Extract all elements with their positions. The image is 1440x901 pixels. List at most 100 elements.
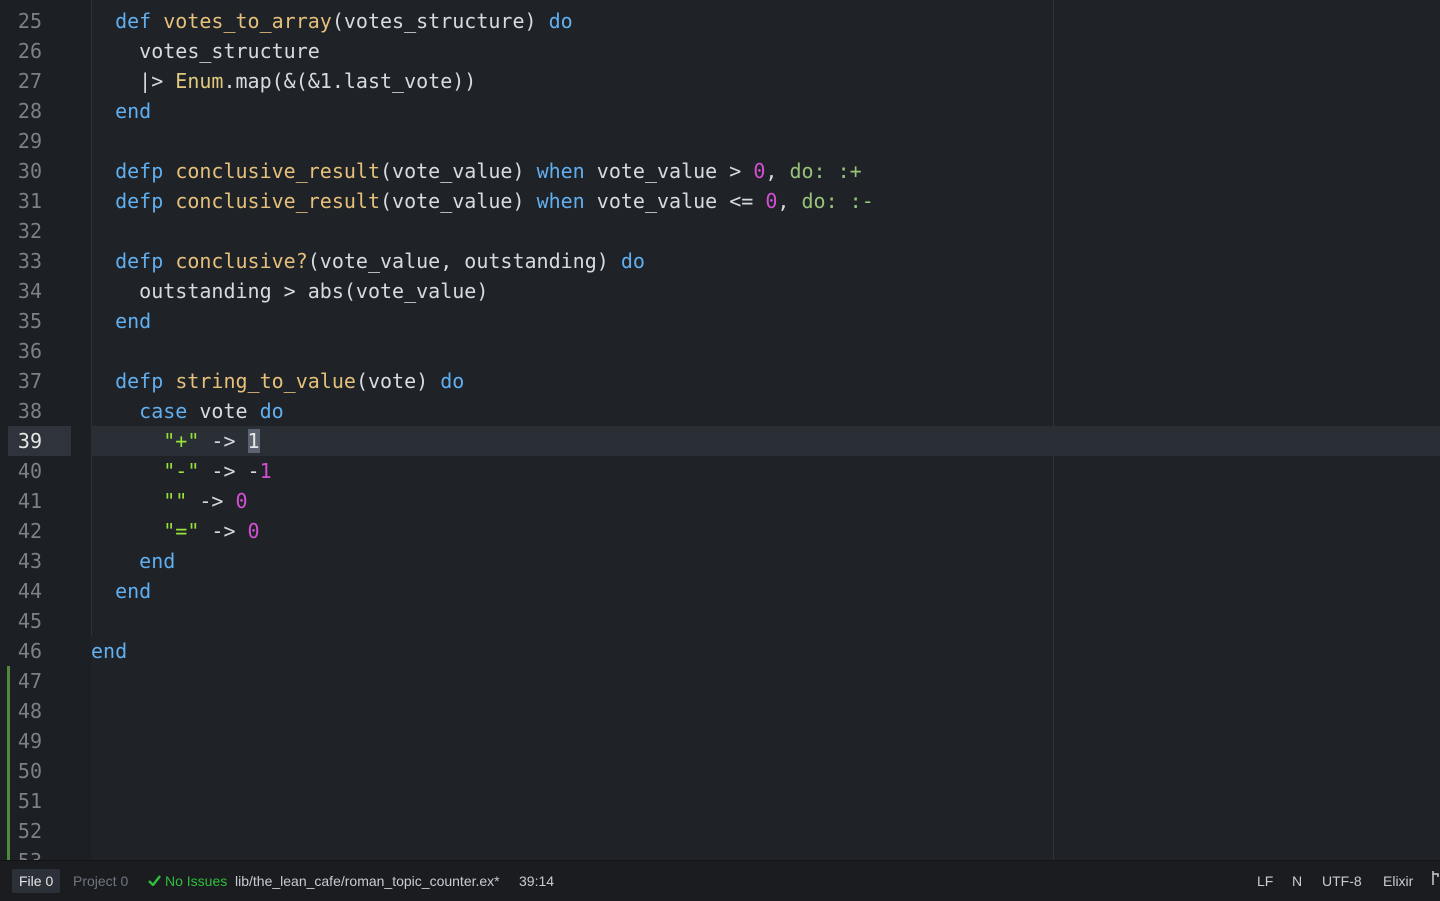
line-number: 48 [17,699,42,723]
project-issues-tab[interactable]: Project 0 [73,861,128,901]
git-branch-icon[interactable] [1430,861,1440,901]
code-token: 0 [235,489,248,513]
line-number: 34 [17,279,42,303]
line-number: 49 [17,729,42,753]
line-number: 37 [17,369,42,393]
code-text: "" -> 0 [91,486,248,516]
code-line[interactable]: 34 outstanding > abs(vote_value) [0,276,1440,306]
code-line[interactable]: 45 [0,606,1440,636]
code-token: end [115,309,152,333]
code-token: do [440,369,465,393]
code-token: when [536,189,585,213]
line-ending-selector[interactable]: LF [1257,861,1273,901]
code-text: def votes_to_array(votes_structure) do [91,6,573,36]
code-line[interactable]: 36 [0,336,1440,366]
code-line[interactable]: 37 defp string_to_value(vote) do [0,366,1440,396]
code-token: vote_value > [584,159,754,183]
code-token: "-" [163,459,200,483]
code-token: -> [199,519,248,543]
line-number: 40 [17,459,42,483]
code-line[interactable]: 49 [0,726,1440,756]
code-line[interactable]: 46 end [0,636,1440,666]
current-line-highlight [91,426,1440,456]
code-text: defp conclusive?(vote_value, outstanding… [91,246,645,276]
code-token: |> [91,69,176,93]
code-line[interactable]: 50 [0,756,1440,786]
line-number: 35 [17,309,42,333]
code-line[interactable]: 40 "-" -> -1 [0,456,1440,486]
code-line[interactable]: 26 votes_structure [0,36,1440,66]
code-line[interactable]: 29 [0,126,1440,156]
code-line[interactable]: 41 "" -> 0 [0,486,1440,516]
code-token: do [620,249,645,273]
code-token: end [115,579,152,603]
file-path[interactable]: lib/the_lean_cafe/roman_topic_counter.ex… [235,861,500,901]
code-lines[interactable]: 25 def votes_to_array(votes_structure) d… [0,6,1440,860]
code-line[interactable]: 44 end [0,576,1440,606]
code-line[interactable]: 35 end [0,306,1440,336]
code-line[interactable]: 48 [0,696,1440,726]
file-issues-tab[interactable]: File 0 [12,869,61,893]
code-token: 0 [247,519,260,543]
code-token: end [115,99,152,123]
code-line[interactable]: 30 defp conclusive_result(vote_value) wh… [0,156,1440,186]
code-line[interactable]: 38 case vote do [0,396,1440,426]
code-token: do [548,9,573,33]
line-number: 52 [17,819,42,843]
code-line[interactable]: 42 "=" -> 0 [0,516,1440,546]
grammar-selector[interactable]: Elixir [1383,861,1413,901]
code-line[interactable]: 47 [0,666,1440,696]
code-text: outstanding > abs(vote_value) [91,276,488,306]
code-token: (vote) [355,369,441,393]
code-token: 1 [247,429,260,453]
code-text: defp string_to_value(vote) do [91,366,464,396]
code-text: end [91,636,127,666]
code-line-current[interactable]: 39 "+" -> 1 [0,426,1440,456]
project-issue-count: 0 [120,873,129,889]
line-number: 42 [17,519,42,543]
code-line[interactable]: 32 [0,216,1440,246]
code-line[interactable]: 31 defp conclusive_result(vote_value) wh… [0,186,1440,216]
code-token: vote [187,399,260,423]
code-token: (vote_value) [380,159,537,183]
line-number: 27 [17,69,42,93]
code-text: end [91,306,151,336]
line-number: 36 [17,339,42,363]
code-token: vote_value <= [584,189,766,213]
code-line[interactable]: 33 defp conclusive?(vote_value, outstand… [0,246,1440,276]
editor-pane[interactable]: 25 def votes_to_array(votes_structure) d… [0,0,1440,860]
editor-mode-indicator[interactable]: N [1292,861,1302,901]
code-token: (vote_value) [380,189,537,213]
code-line[interactable]: 28 end [0,96,1440,126]
encoding-selector[interactable]: UTF-8 [1322,861,1362,901]
code-token: .map(&(&1.last_vote)) [223,69,477,93]
code-line[interactable]: 51 [0,786,1440,816]
code-token: defp [115,369,164,393]
linter-status[interactable]: No Issues [148,861,227,901]
code-token: "+" [163,429,200,453]
code-line[interactable]: 52 [0,816,1440,846]
code-line[interactable]: 27 |> Enum.map(&(&1.last_vote)) [0,66,1440,96]
line-number: 30 [17,159,42,183]
line-number: 32 [17,219,42,243]
code-token: defp [115,189,164,213]
line-number: 50 [17,759,42,783]
code-line[interactable]: 43 end [0,546,1440,576]
code-text: defp conclusive_result(vote_value) when … [91,156,862,186]
line-number: 39 [17,429,42,453]
cursor-position[interactable]: 39:14 [519,861,554,901]
code-line[interactable]: 53 [0,846,1440,860]
line-number: 26 [17,39,42,63]
line-number: 41 [17,489,42,513]
code-token: conclusive_result [175,189,381,213]
code-line[interactable]: 25 def votes_to_array(votes_structure) d… [0,6,1440,36]
